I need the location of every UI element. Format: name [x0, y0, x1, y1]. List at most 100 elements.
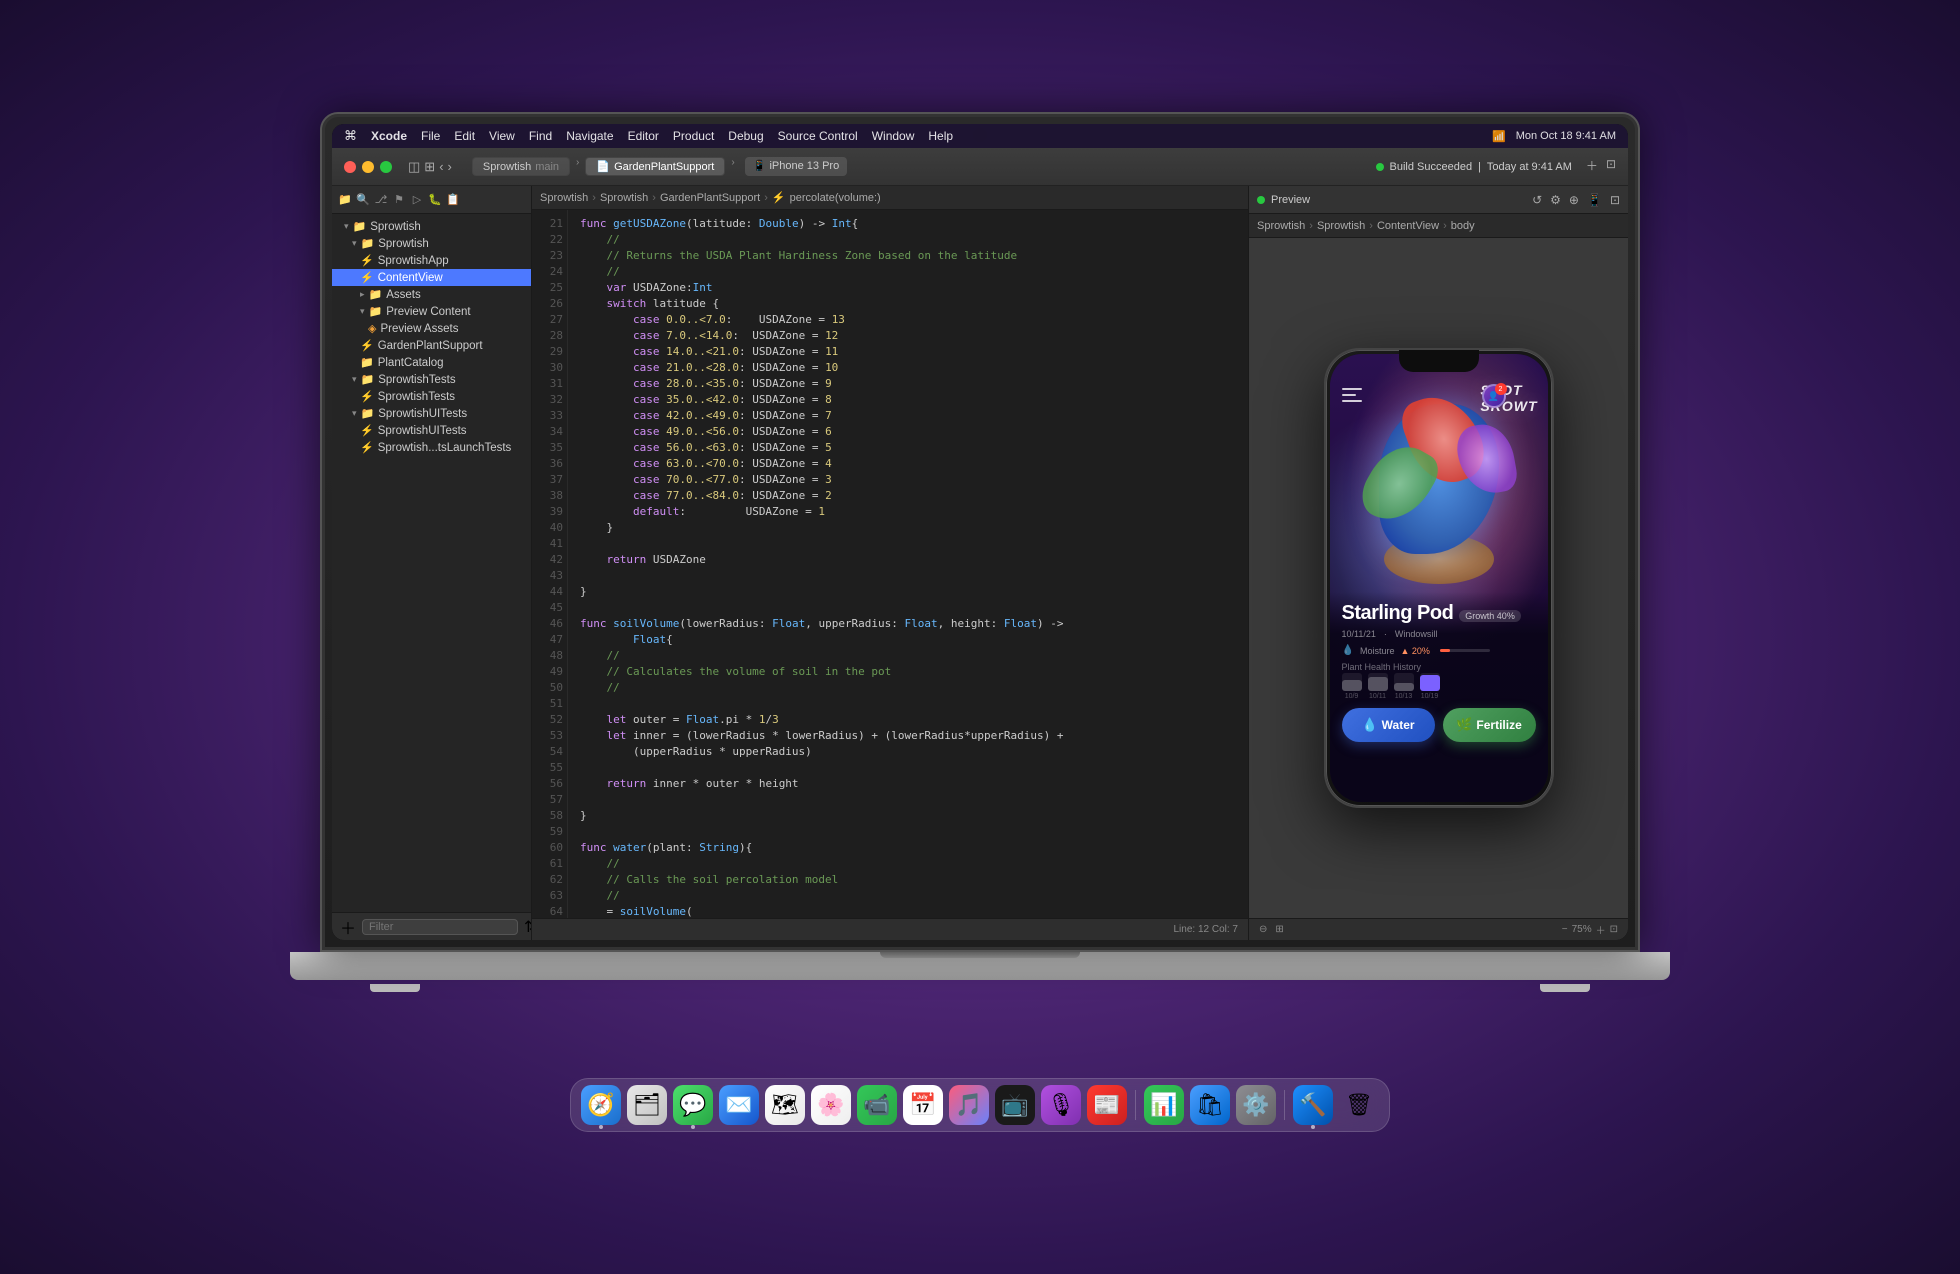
preview-grid-icon[interactable]: ⊞ — [1275, 924, 1283, 935]
dock-item-facetime[interactable]: 📹 — [857, 1085, 897, 1125]
pv-bc-2[interactable]: Sprowtish — [1317, 220, 1365, 232]
maximize-button[interactable] — [380, 161, 392, 173]
sidebar-item-garden[interactable]: ⚡ GardenPlantSupport — [332, 337, 531, 354]
menu-find[interactable]: Find — [529, 129, 552, 143]
menu-editor[interactable]: Editor — [628, 129, 659, 143]
app-screen: SPOTSROWT 👤 2 — [1330, 354, 1548, 802]
sort-icon[interactable]: ⇅ — [524, 917, 532, 937]
report-icon[interactable]: 📋 — [446, 193, 460, 207]
close-button[interactable] — [344, 161, 356, 173]
pv-bc-1[interactable]: Sprowtish — [1257, 220, 1305, 232]
item-label: SprowtishTests — [378, 374, 455, 386]
dock-item-maps[interactable]: 🗺 — [765, 1085, 805, 1125]
sidebar-item-preview-assets[interactable]: ◈ Preview Assets — [332, 320, 531, 337]
add-file-icon[interactable]: ＋ — [1586, 157, 1598, 176]
bc-sprowtish[interactable]: Sprowtish — [540, 192, 588, 204]
preview-zoom-out-icon[interactable]: ⊖ — [1259, 924, 1267, 935]
file-tab[interactable]: 📄 GardenPlantSupport — [585, 157, 725, 176]
pv-bc-body[interactable]: body — [1451, 220, 1475, 232]
dock-item-mail[interactable]: ✉️ — [719, 1085, 759, 1125]
title-bar: ◫ ⊞ ‹ › Sprowtish main › — [332, 148, 1628, 186]
preview-label: Preview — [1271, 194, 1310, 206]
zoom-plus-icon[interactable]: ＋ — [1596, 922, 1606, 937]
filter-input[interactable] — [362, 919, 518, 935]
search-sidebar-icon[interactable]: 🔍 — [356, 193, 370, 207]
zoom-fit-icon[interactable]: ⊡ — [1610, 924, 1618, 935]
dock-item-news[interactable]: 📰 — [1087, 1085, 1127, 1125]
sidebar-item-launch-tests[interactable]: ⚡ Sprowtish...tsLaunchTests — [332, 439, 531, 456]
dock-item-numbers[interactable]: 📊 — [1144, 1085, 1184, 1125]
sidebar-item-sprowtish-root[interactable]: ▾ 📁 Sprowtish — [332, 218, 531, 235]
bc-func[interactable]: ⚡ — [772, 191, 786, 204]
sidebar-item-preview-content[interactable]: ▾ 📁 Preview Content — [332, 303, 531, 320]
moisture-value-text: ▲ 20% — [1400, 646, 1429, 656]
sidebar-item-sprowtish[interactable]: ▾ 📁 Sprowtish — [332, 235, 531, 252]
dock-item-finder[interactable]: 🧭 — [581, 1085, 621, 1125]
dock-item-systemprefs[interactable]: ⚙️ — [1236, 1085, 1276, 1125]
fertilize-button[interactable]: 🌿 Fertilize — [1443, 708, 1536, 742]
dock-item-messages[interactable]: 💬 — [673, 1085, 713, 1125]
preview-settings-icon[interactable]: ⚙ — [1550, 193, 1561, 207]
dock-item-photos[interactable]: 🌸 — [811, 1085, 851, 1125]
split-editor-icon[interactable]: ⊡ — [1606, 157, 1616, 176]
folder-icon[interactable]: 📁 — [338, 193, 352, 207]
menu-help[interactable]: Help — [928, 129, 953, 143]
sidebar-item-tests-file[interactable]: ⚡ SprowtishTests — [332, 388, 531, 405]
bc-percolate[interactable]: percolate(volume:) — [790, 192, 881, 204]
sidebar-item-tests[interactable]: ▾ 📁 SprowtishTests — [332, 371, 531, 388]
bc-sep1: › — [592, 192, 596, 204]
apple-menu-icon[interactable]: ⌘ — [344, 128, 357, 144]
pv-bc-3[interactable]: ContentView — [1377, 220, 1439, 232]
preview-share-icon[interactable]: ⊕ — [1569, 193, 1579, 207]
dock-item-appletv[interactable]: 📺 — [995, 1085, 1035, 1125]
project-tab[interactable]: Sprowtish main — [472, 157, 570, 176]
nav-back-icon[interactable]: ‹ — [439, 159, 443, 175]
menu-navigate[interactable]: Navigate — [566, 129, 613, 143]
zoom-minus-icon[interactable]: − — [1562, 924, 1568, 935]
bc-garden[interactable]: GardenPlantSupport — [660, 192, 760, 204]
sidebar-item-app[interactable]: ⚡ SprowtishApp — [332, 252, 531, 269]
sidebar-item-uitests-file[interactable]: ⚡ SprowtishUITests — [332, 422, 531, 439]
menu-file[interactable]: File — [421, 129, 440, 143]
menu-source-control[interactable]: Source Control — [778, 129, 858, 143]
facetime-icon: 📹 — [863, 1092, 890, 1118]
add-file-icon[interactable]: ＋ — [340, 915, 356, 939]
debug-icon[interactable]: 🐛 — [428, 193, 442, 207]
nav-forward-icon[interactable]: › — [448, 159, 452, 175]
sidebar-item-uitests[interactable]: ▾ 📁 SprowtishUITests — [332, 405, 531, 422]
test-icon[interactable]: ▷ — [410, 193, 424, 207]
device-selector[interactable]: 📱 iPhone 13 Pro — [745, 157, 847, 176]
menu-edit[interactable]: Edit — [454, 129, 475, 143]
water-button[interactable]: 💧 Water — [1342, 708, 1435, 742]
menu-view[interactable]: View — [489, 129, 515, 143]
dock-item-appstore[interactable]: 🛍 — [1190, 1085, 1230, 1125]
dock-item-podcasts[interactable]: 🎙 — [1041, 1085, 1081, 1125]
dock-item-calendar[interactable]: 📅 — [903, 1085, 943, 1125]
code-text[interactable]: func getUSDAZone(latitude: Double) -> In… — [568, 210, 1248, 918]
dock-item-xcode[interactable]: 🔨 — [1293, 1085, 1333, 1125]
menu-debug[interactable]: Debug — [728, 129, 763, 143]
sidebar-item-assets[interactable]: ▸ 📁 Assets — [332, 286, 531, 303]
preview-device-icon[interactable]: 📱 — [1587, 193, 1602, 207]
menu-xcode[interactable]: Xcode — [371, 129, 407, 143]
health-date-2: 10/11 — [1369, 693, 1386, 700]
app-menu-icon[interactable] — [1342, 388, 1362, 402]
preview-expand-icon[interactable]: ⊡ — [1610, 193, 1620, 207]
breakpoint-icon[interactable]: ⚑ — [392, 193, 406, 207]
sidebar-item-plantcatalog[interactable]: 📁 PlantCatalog — [332, 354, 531, 371]
traffic-lights — [344, 161, 392, 173]
dock-item-launchpad[interactable]: 🗂 — [627, 1085, 667, 1125]
sidebar-item-contentview[interactable]: ⚡ ContentView — [332, 269, 531, 286]
menu-product[interactable]: Product — [673, 129, 714, 143]
nav-grid-icon[interactable]: ⊞ — [424, 159, 435, 175]
dock-item-itunes[interactable]: 🎵 — [949, 1085, 989, 1125]
minimize-button[interactable] — [362, 161, 374, 173]
bc-sprowtish2[interactable]: Sprowtish — [600, 192, 648, 204]
file-tab-icon: 📄 — [596, 160, 610, 173]
dock-item-trash[interactable]: 🗑 — [1339, 1085, 1379, 1125]
folder-icon: 📁 — [361, 237, 375, 250]
sidebar-toggle-icon[interactable]: ◫ — [408, 159, 420, 175]
git-icon[interactable]: ⎇ — [374, 193, 388, 207]
menu-window[interactable]: Window — [872, 129, 915, 143]
preview-refresh-icon[interactable]: ↺ — [1532, 193, 1542, 207]
